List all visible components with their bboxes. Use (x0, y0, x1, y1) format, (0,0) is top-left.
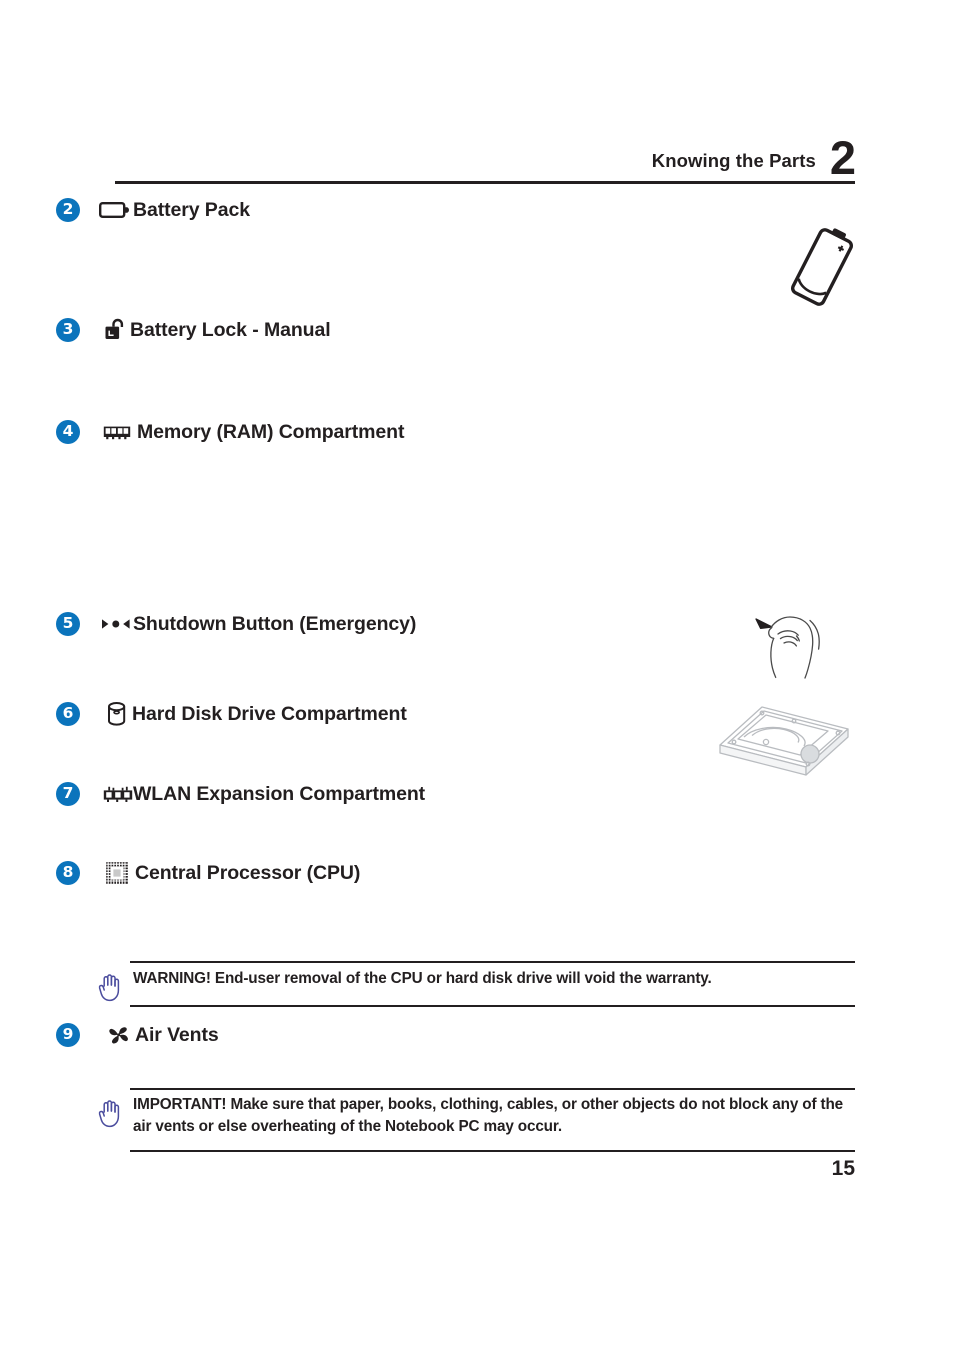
part-label: Hard Disk Drive Compartment (132, 702, 407, 725)
battery-cell-illustration (786, 222, 858, 317)
page-number: 15 (831, 1157, 855, 1180)
part-bullet-number: 4 (56, 420, 80, 444)
padlock-open-icon (104, 317, 130, 343)
important-notice-text: IMPORTANT! Make sure that paper, books, … (133, 1096, 844, 1135)
part-item-air-vents: 9 Air Vents (56, 1020, 219, 1050)
important-notice-top-rule (130, 1088, 855, 1090)
part-label: Air Vents (135, 1023, 219, 1046)
hard-disk-drive-illustration (700, 697, 860, 782)
part-item-battery-pack: 2 Battery Pack (56, 195, 250, 225)
page-title: Knowing the Parts (651, 150, 816, 171)
part-bullet-number: 8 (56, 861, 80, 885)
part-item-shutdown-button: 5 Shutdown Button (Emergency) (56, 609, 416, 639)
ram-module-icon (103, 419, 131, 445)
part-bullet-number: 6 (56, 702, 80, 726)
part-label: WLAN Expansion Compartment (133, 782, 426, 805)
hand-pressing-pin-illustration (742, 606, 862, 699)
shutdown-pin-icon (101, 611, 131, 637)
part-label: Central Processor (CPU) (135, 861, 361, 884)
part-item-battery-lock: 3 Battery Lock - Manual (56, 315, 331, 345)
part-bullet-number: 2 (56, 198, 80, 222)
part-item-central-processor: 8 Central Processor (CPU) (56, 858, 360, 888)
wlan-card-icon (103, 781, 133, 807)
hard-disk-icon (106, 701, 128, 727)
document-page: Knowing the Parts 2 2 Battery Pack 3 Bat… (0, 0, 954, 1351)
warning-notice: WARNING! End-user removal of the CPU or … (96, 968, 855, 1007)
cpu-chip-icon (105, 860, 129, 886)
page-header: Knowing the Parts 2 (115, 128, 856, 188)
part-item-wlan-compartment: 7 WLAN Expansion Compartment (56, 779, 425, 809)
part-bullet-number: 7 (56, 782, 80, 806)
part-label: Shutdown Button (Emergency) (133, 612, 417, 635)
fan-icon (107, 1022, 131, 1048)
part-item-hard-disk-compartment: 6 Hard Disk Drive Compartment (56, 699, 407, 729)
part-label: Battery Pack (133, 198, 250, 221)
header-divider (115, 181, 855, 184)
warning-notice-top-rule (130, 961, 855, 963)
part-item-memory-compartment: 4 Memory (RAM) Compartment (56, 417, 404, 447)
part-bullet-number: 9 (56, 1023, 80, 1047)
battery-icon (99, 197, 130, 223)
warning-notice-bottom-rule (130, 1005, 855, 1007)
part-bullet-number: 3 (56, 318, 80, 342)
important-notice-bottom-rule (130, 1150, 855, 1152)
stop-hand-icon (96, 972, 126, 1007)
important-notice: IMPORTANT! Make sure that paper, books, … (96, 1094, 855, 1137)
part-label: Memory (RAM) Compartment (137, 420, 405, 443)
chapter-number: 2 (829, 130, 856, 184)
warning-notice-text: WARNING! End-user removal of the CPU or … (133, 970, 712, 987)
stop-hand-icon (96, 1098, 126, 1133)
part-label: Battery Lock - Manual (130, 318, 331, 341)
part-bullet-number: 5 (56, 612, 80, 636)
